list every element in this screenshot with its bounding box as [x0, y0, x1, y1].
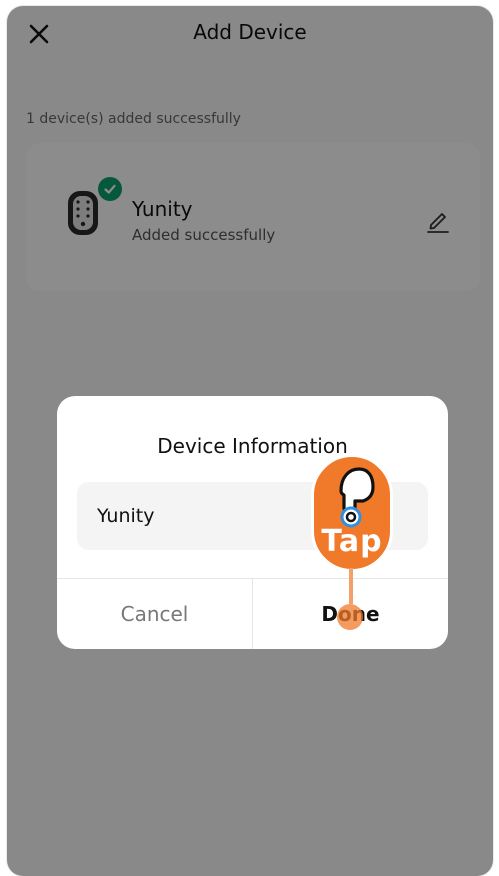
dialog-title: Device Information — [157, 434, 348, 458]
tap-target-dot — [337, 604, 363, 630]
cancel-button[interactable]: Cancel — [57, 579, 253, 649]
tap-hint: Tap — [311, 454, 393, 572]
pointing-hand-icon — [339, 467, 375, 528]
tap-label: Tap — [321, 524, 383, 559]
phone-screen: Add Device 1 device(s) added successfull… — [7, 6, 493, 876]
tap-pointer-line — [349, 568, 353, 604]
dialog-actions: Cancel Done — [57, 578, 448, 649]
